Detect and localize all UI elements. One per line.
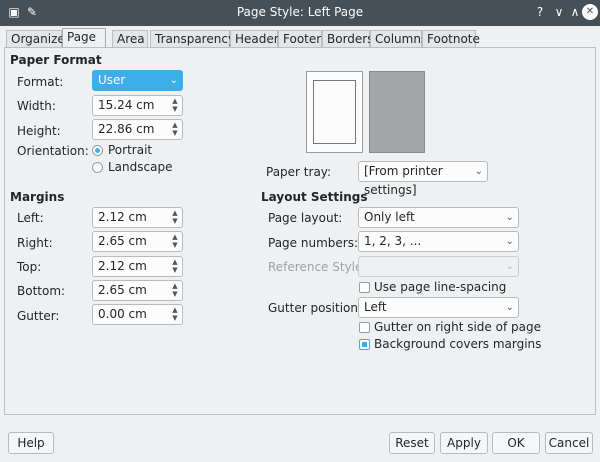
spin-arrows-icon[interactable]: ▲ ▼ bbox=[171, 233, 179, 250]
paper-tray-select[interactable]: [From printer settings] ⌄ bbox=[358, 161, 488, 197]
tab-organizer[interactable]: Organizer bbox=[6, 30, 70, 48]
top-margin-value: 2.12 cm bbox=[98, 259, 147, 273]
right-margin-spinbox[interactable]: 2.65 cm ▲ ▼ bbox=[92, 231, 183, 252]
bottom-margin-value: 2.65 cm bbox=[98, 283, 147, 297]
left-margin-label: Left: bbox=[17, 211, 44, 225]
tab-transparency[interactable]: Transparency bbox=[150, 30, 235, 48]
page-layout-select[interactable]: Only left ⌄ bbox=[358, 207, 519, 228]
height-value: 22.86 cm bbox=[98, 122, 155, 136]
spin-arrows-icon[interactable]: ▲ ▼ bbox=[171, 121, 179, 138]
bg-covers-margins-label[interactable]: Background covers margins bbox=[374, 337, 541, 351]
reference-style-label: Reference Style: bbox=[268, 260, 367, 274]
chevron-down-icon: ⌄ bbox=[505, 212, 514, 223]
use-line-spacing-label[interactable]: Use page line-spacing bbox=[374, 280, 506, 294]
orientation-label: Orientation: bbox=[17, 144, 89, 158]
gutter-label: Gutter: bbox=[17, 309, 60, 323]
gutter-position-select[interactable]: Left ⌄ bbox=[358, 297, 519, 318]
top-margin-label: Top: bbox=[17, 260, 42, 274]
gutter-value: 0.00 cm bbox=[98, 307, 147, 321]
portrait-label[interactable]: Portrait bbox=[108, 143, 152, 157]
format-select[interactable]: User ⌄ bbox=[92, 70, 183, 91]
left-margin-value: 2.12 cm bbox=[98, 210, 147, 224]
tab-columns[interactable]: Columns bbox=[370, 30, 427, 48]
page-numbers-value: 1, 2, 3, ... bbox=[364, 234, 422, 248]
right-margin-label: Right: bbox=[17, 236, 53, 250]
landscape-label[interactable]: Landscape bbox=[108, 160, 172, 174]
tab-bar: Organizer Page Area Transparency Header … bbox=[6, 28, 480, 48]
use-line-spacing-checkbox[interactable] bbox=[359, 282, 370, 293]
tab-page[interactable]: Page bbox=[62, 28, 106, 48]
tab-footnote[interactable]: Footnote bbox=[422, 30, 480, 48]
gutter-right-label[interactable]: Gutter on right side of page bbox=[374, 320, 541, 334]
help-icon[interactable]: ? bbox=[532, 4, 548, 20]
close-icon[interactable]: ✕ bbox=[582, 4, 598, 20]
chevron-down-icon: ⌄ bbox=[474, 166, 483, 177]
chevron-down-icon: ⌄ bbox=[505, 261, 514, 272]
width-label: Width: bbox=[17, 99, 56, 113]
page-numbers-select[interactable]: 1, 2, 3, ... ⌄ bbox=[358, 231, 519, 252]
page-preview-right bbox=[369, 71, 425, 153]
bottom-margin-label: Bottom: bbox=[17, 284, 66, 298]
page-layout-value: Only left bbox=[364, 210, 415, 224]
spin-arrows-icon[interactable]: ▲ ▼ bbox=[171, 209, 179, 226]
page-preview-margins bbox=[313, 80, 356, 144]
width-value: 15.24 cm bbox=[98, 98, 155, 112]
bottom-margin-spinbox[interactable]: 2.65 cm ▲ ▼ bbox=[92, 280, 183, 301]
chevron-down-icon: ⌄ bbox=[169, 75, 178, 86]
spin-arrows-icon[interactable]: ▲ ▼ bbox=[171, 97, 179, 114]
gutter-position-value: Left bbox=[364, 300, 387, 314]
paper-format-heading: Paper Format bbox=[10, 53, 102, 67]
bg-covers-margins-checkbox[interactable] bbox=[359, 339, 370, 350]
left-margin-spinbox[interactable]: 2.12 cm ▲ ▼ bbox=[92, 207, 183, 228]
help-button[interactable]: Help bbox=[8, 432, 54, 454]
ok-button[interactable]: OK bbox=[492, 432, 540, 454]
page-layout-label: Page layout: bbox=[268, 211, 343, 225]
tab-footer[interactable]: Footer bbox=[278, 30, 322, 48]
title-bar: ▣ ✎ Page Style: Left Page ? ∨ ∧ ✕ bbox=[0, 0, 600, 26]
spin-arrows-icon[interactable]: ▲ ▼ bbox=[171, 258, 179, 275]
gutter-position-label: Gutter position: bbox=[268, 301, 363, 315]
gutter-spinbox[interactable]: 0.00 cm ▲ ▼ bbox=[92, 304, 183, 325]
margins-heading: Margins bbox=[10, 190, 65, 204]
spin-arrows-icon[interactable]: ▲ ▼ bbox=[171, 282, 179, 299]
spin-arrows-icon[interactable]: ▲ ▼ bbox=[171, 306, 179, 323]
tab-header[interactable]: Header bbox=[230, 30, 279, 48]
page-preview-left bbox=[306, 71, 363, 153]
cancel-button[interactable]: Cancel bbox=[545, 432, 593, 454]
gutter-right-checkbox[interactable] bbox=[359, 322, 370, 333]
width-spinbox[interactable]: 15.24 cm ▲ ▼ bbox=[92, 95, 183, 116]
reference-style-select: ⌄ bbox=[358, 256, 519, 277]
paper-tray-label: Paper tray: bbox=[266, 165, 332, 179]
chevron-down-icon: ⌄ bbox=[505, 236, 514, 247]
tab-area[interactable]: Area bbox=[112, 30, 148, 48]
format-value: User bbox=[98, 73, 126, 87]
window-title: Page Style: Left Page bbox=[236, 5, 364, 19]
format-label: Format: bbox=[17, 75, 64, 89]
height-label: Height: bbox=[17, 124, 61, 138]
right-margin-value: 2.65 cm bbox=[98, 234, 147, 248]
minimize-icon[interactable]: ∨ bbox=[551, 4, 567, 20]
portrait-radio[interactable] bbox=[92, 145, 103, 156]
maximize-icon[interactable]: ∧ bbox=[567, 4, 583, 20]
apply-button[interactable]: Apply bbox=[440, 432, 488, 454]
page-numbers-label: Page numbers: bbox=[268, 236, 358, 250]
tab-borders[interactable]: Borders bbox=[322, 30, 373, 48]
height-spinbox[interactable]: 22.86 cm ▲ ▼ bbox=[92, 119, 183, 140]
reset-button[interactable]: Reset bbox=[389, 432, 435, 454]
layout-settings-heading: Layout Settings bbox=[261, 190, 368, 204]
chevron-down-icon: ⌄ bbox=[505, 302, 514, 313]
landscape-radio[interactable] bbox=[92, 162, 103, 173]
top-margin-spinbox[interactable]: 2.12 cm ▲ ▼ bbox=[92, 256, 183, 277]
